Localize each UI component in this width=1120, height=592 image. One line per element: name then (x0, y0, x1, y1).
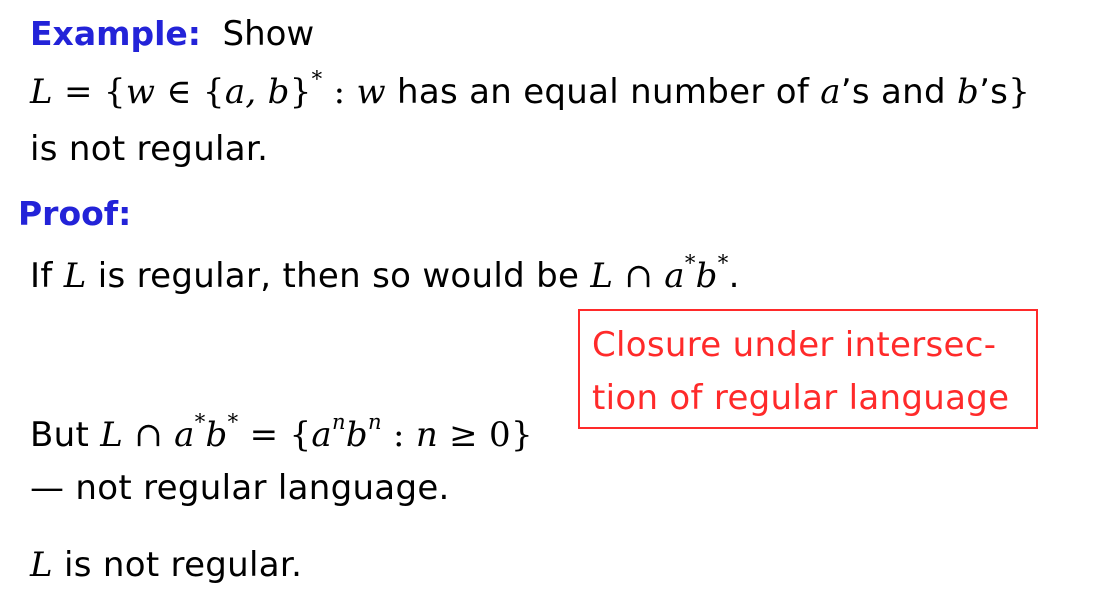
colon: : (322, 72, 357, 112)
star-1: * (684, 250, 696, 276)
not-regular-statement: is not regular. (30, 129, 268, 169)
but-text: But (30, 415, 101, 455)
alphabet-ab: a, b (224, 72, 290, 112)
example-label: Example: (30, 14, 201, 53)
expr-L: L (590, 256, 614, 296)
symbol-a: a (174, 415, 195, 455)
symbol-w-2: w (356, 72, 386, 112)
proof-label: Proof: (18, 194, 132, 233)
not-regular-language: — not regular language. (30, 468, 450, 508)
geq-zero: ≥ 0} (438, 415, 533, 455)
symbol-b: b (695, 256, 718, 296)
symbol-n: n (415, 415, 439, 455)
definition-text: has an equal number of (385, 72, 821, 112)
period: . (728, 256, 740, 296)
closure-callout: Closure under intersec- tion of regular … (578, 309, 1038, 429)
example-heading: Example: Show (30, 14, 314, 54)
not-regular-language-text: — not regular language. (30, 468, 450, 508)
example-intro: Show (222, 14, 315, 54)
proof-heading: Proof: (18, 194, 131, 234)
symbol-L: L (100, 415, 124, 455)
star-1: * (194, 409, 206, 435)
star-2: * (227, 409, 239, 435)
symbol-L: L (30, 72, 53, 112)
close-brace: } (289, 72, 312, 112)
conclusion: L is not regular. (30, 545, 302, 585)
text-s: ’s (979, 72, 1009, 112)
symbol-a-2: a (311, 415, 332, 455)
symbol-w: w (125, 72, 156, 112)
proof-line-2: But L ∩ a*b* = {anbn : n ≥ 0} (30, 411, 533, 455)
symbol-b-2: b (345, 415, 368, 455)
callout-line-2: tion of regular language (592, 378, 1010, 418)
exp-n-2: n (367, 409, 382, 435)
conclusion-text: is not regular. (52, 545, 303, 585)
equals-brace: = { (52, 72, 126, 112)
kleene-star: * (311, 66, 323, 92)
symbol-a: a (664, 256, 685, 296)
colon: : (381, 415, 416, 455)
cap-symbol: ∩ (123, 415, 175, 455)
symbol-L: L (63, 256, 87, 296)
callout-line-1: Closure under intersec- (592, 325, 997, 365)
exp-n-1: n (331, 409, 346, 435)
proof-line-1: If L is regular, then so would be L ∩ a*… (30, 252, 740, 296)
symbol-b: b (205, 415, 228, 455)
symbol-b: b (957, 72, 980, 112)
symbol-a: a (820, 72, 841, 112)
final-brace: } (1008, 72, 1031, 112)
symbol-L: L (30, 545, 53, 585)
equals-brace: = { (238, 415, 312, 455)
text-s-and: ’s and (840, 72, 957, 112)
statement-text: is not regular. (30, 129, 269, 169)
mid-text: is regular, then so would be (86, 256, 591, 296)
language-definition: L = {w ∈ {a, b}* : w has an equal number… (30, 68, 1031, 112)
cap-symbol: ∩ (613, 256, 665, 296)
if-text: If (30, 256, 64, 296)
element-of: ∈ { (155, 72, 225, 112)
star-2: * (717, 250, 729, 276)
